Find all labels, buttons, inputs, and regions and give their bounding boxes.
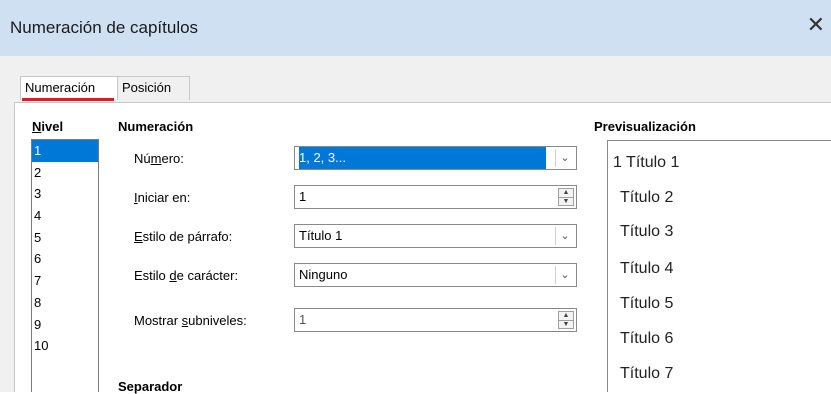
show-sublevels-label-pre: Mostrar: [134, 313, 182, 328]
character-style-select[interactable]: Ninguno ⌄: [294, 263, 577, 287]
tab-posicion-label: Posición: [122, 80, 172, 95]
preview-line: 1 Título 1: [613, 154, 680, 171]
start-at-label-post: niciar en:: [137, 190, 191, 205]
show-sublevels-value: 1: [299, 312, 307, 327]
level-item[interactable]: 4: [32, 205, 98, 227]
number-select[interactable]: 1, 2, 3... ⌄: [294, 146, 577, 170]
level-item[interactable]: 6: [32, 248, 98, 270]
preview-line: Título 6: [620, 330, 674, 347]
paragraph-style-label-mnemonic: E: [134, 229, 143, 244]
level-heading-rest: ivel: [41, 119, 64, 134]
character-style-label-post: e carácter:: [176, 268, 239, 283]
show-sublevels-label-post: ubniveles:: [188, 313, 247, 328]
paragraph-style-label-post: stilo de párrafo:: [142, 229, 233, 244]
start-at-spinbox[interactable]: 1 ▲ ▼: [294, 185, 577, 209]
level-item[interactable]: 9: [32, 314, 98, 336]
start-at-label: Iniciar en:: [134, 190, 190, 205]
character-style-label-mnemonic: d: [169, 268, 177, 283]
spin-buttons[interactable]: ▲ ▼: [558, 188, 574, 206]
character-style-value: Ninguno: [299, 267, 348, 282]
start-at-value: 1: [299, 189, 307, 204]
number-label: Número:: [134, 151, 184, 166]
level-item[interactable]: 5: [32, 227, 98, 249]
chevron-down-icon[interactable]: ⌄: [555, 149, 574, 167]
paragraph-style-label: Estilo de párrafo:: [134, 229, 232, 244]
chevron-down-icon[interactable]: ⌄: [555, 227, 574, 245]
level-item[interactable]: 3: [32, 183, 98, 205]
preview-heading: Previsualización: [594, 119, 696, 134]
number-label-post: ero:: [161, 151, 184, 166]
level-item[interactable]: 10: [32, 335, 98, 357]
tab-numeracion-label: Numeración: [25, 80, 96, 95]
show-sublevels-label: Mostrar subniveles:: [134, 313, 247, 328]
level-heading-mnemonic: N: [32, 119, 42, 134]
character-style-label: Estilo de carácter:: [134, 268, 238, 283]
spin-buttons[interactable]: ▲ ▼: [558, 311, 574, 329]
level-heading: Nivel: [32, 119, 63, 134]
level-list[interactable]: 1 2 3 4 5 6 7 8 9 10: [31, 139, 99, 392]
show-sublevels-spinbox[interactable]: 1 ▲ ▼: [294, 308, 577, 332]
preview-line: Título 4: [620, 260, 674, 277]
preview-line: Título 7: [620, 365, 674, 382]
spin-down-icon[interactable]: ▼: [559, 198, 573, 206]
tab-numeracion[interactable]: Numeración: [20, 76, 118, 100]
active-tab-indicator: [22, 98, 114, 101]
title-bar: Numeración de capítulos ✕: [0, 0, 831, 56]
preview-line: Título 3: [620, 223, 674, 240]
paragraph-style-value: Título 1: [299, 228, 343, 243]
number-label-pre: Nú: [134, 151, 151, 166]
preview-line: Título 2: [620, 189, 674, 206]
paragraph-style-select[interactable]: Título 1 ⌄: [294, 224, 577, 248]
number-label-mnemonic: m: [150, 151, 162, 166]
spin-down-icon[interactable]: ▼: [559, 321, 573, 329]
preview-line: Título 5: [620, 295, 674, 312]
chevron-down-icon[interactable]: ⌄: [555, 266, 574, 284]
spin-up-icon[interactable]: ▲: [559, 189, 573, 198]
numbering-heading: Numeración: [118, 119, 194, 134]
level-item[interactable]: 1: [32, 140, 98, 162]
level-item[interactable]: 7: [32, 270, 98, 292]
dialog-title: Numeración de capítulos: [10, 18, 199, 37]
level-item[interactable]: 8: [32, 292, 98, 314]
level-item[interactable]: 2: [32, 162, 98, 184]
spin-up-icon[interactable]: ▲: [559, 312, 573, 321]
tab-posicion[interactable]: Posición: [118, 76, 190, 100]
close-icon[interactable]: ✕: [807, 14, 825, 36]
number-select-value: 1, 2, 3...: [299, 147, 546, 169]
character-style-label-pre: Estilo: [134, 268, 170, 283]
